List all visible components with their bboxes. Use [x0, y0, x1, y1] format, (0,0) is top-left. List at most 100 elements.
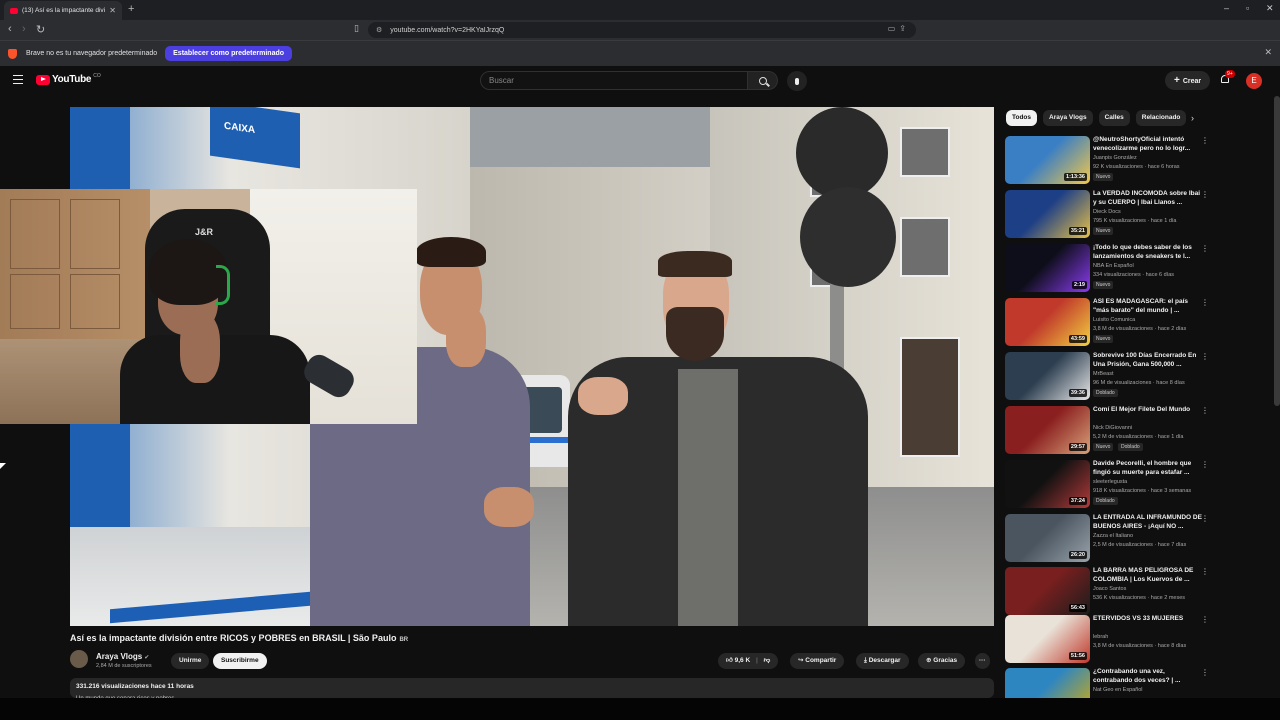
- share-button[interactable]: ↪ Compartir: [790, 653, 845, 669]
- video-thumbnail[interactable]: 35:21: [1005, 190, 1090, 238]
- tab-close-icon[interactable]: ✕: [109, 6, 116, 15]
- thanks-button[interactable]: ⊕ Gracias: [918, 653, 966, 669]
- like-dislike-group[interactable]: 👍︎ 9,6 K | 👎︎: [718, 653, 779, 669]
- youtube-logo[interactable]: YouTube CO: [36, 73, 101, 85]
- forward-button[interactable]: ›: [22, 23, 26, 35]
- voice-search-button[interactable]: [787, 71, 807, 91]
- video-thumbnail[interactable]: 51:56: [1005, 615, 1090, 663]
- more-vert-icon[interactable]: ⋮: [1201, 298, 1209, 307]
- recommendation-item[interactable]: 56:43 LA BARRA MAS PELIGROSA DE COLOMBIA …: [1005, 567, 1270, 617]
- video-title-text: Así es la impactante división entre RICO…: [70, 633, 397, 643]
- recommendation-channel[interactable]: Nick DiGiovanni: [1093, 425, 1132, 431]
- recommendation-item[interactable]: 35:21 La VERDAD INCÓMODA sobre Ibai y su …: [1005, 190, 1270, 240]
- chip-calles[interactable]: Calles: [1098, 110, 1130, 126]
- more-actions-button[interactable]: ···: [975, 653, 990, 669]
- recommendation-item[interactable]: 37:24 Davide Pecorelli, el hombre que fin…: [1005, 460, 1270, 510]
- more-vert-icon[interactable]: ⋮: [1201, 406, 1209, 415]
- recommendation-channel[interactable]: Luisito Comunica: [1093, 317, 1135, 323]
- account-avatar[interactable]: E: [1246, 73, 1262, 89]
- recommendation-title[interactable]: Comí El Mejor Filete Del Mundo: [1093, 406, 1203, 415]
- video-thumbnail[interactable]: 39:36: [1005, 352, 1090, 400]
- video-thumbnail[interactable]: 2:19: [1005, 244, 1090, 292]
- more-vert-icon[interactable]: ⋮: [1201, 460, 1209, 469]
- country-code: CO: [93, 73, 101, 79]
- recommendation-channel[interactable]: Joaco Santos: [1093, 586, 1126, 592]
- more-vert-icon[interactable]: ⋮: [1201, 352, 1209, 361]
- recommendation-channel[interactable]: NBA En Español: [1093, 263, 1134, 269]
- recommendation-badge: Nuevo: [1093, 281, 1114, 289]
- join-button[interactable]: Unirme: [171, 653, 210, 669]
- recommendation-meta: 92 K visualizaciones · hace 6 horas: [1093, 164, 1180, 170]
- minimize-button[interactable]: –: [1224, 3, 1229, 13]
- more-vert-icon[interactable]: ⋮: [1201, 668, 1209, 677]
- recommendation-title[interactable]: LA BARRA MAS PELIGROSA DE COLOMBIA | Los…: [1093, 567, 1203, 584]
- video-duration: 1:13:36: [1064, 173, 1087, 181]
- recommendation-channel[interactable]: Dieck Docs: [1093, 209, 1121, 215]
- recommendation-channel[interactable]: Nat Geo en Español: [1093, 687, 1143, 693]
- recommendation-channel[interactable]: Juanpis González: [1093, 155, 1137, 161]
- recommendation-title[interactable]: Davide Pecorelli, el hombre que fingió s…: [1093, 460, 1203, 477]
- recommendation-title[interactable]: ETERVIDOS VS 33 MUJERES: [1093, 615, 1203, 624]
- video-thumbnail[interactable]: 1:13:36: [1005, 136, 1090, 184]
- more-vert-icon[interactable]: ⋮: [1201, 514, 1209, 523]
- recommendation-item[interactable]: 1:13:36 @NeutroShortyOficial intentó vene…: [1005, 136, 1270, 186]
- recommendation-channel[interactable]: Zazza el Italiano: [1093, 533, 1133, 539]
- more-vert-icon[interactable]: ⋮: [1201, 136, 1209, 145]
- recommendation-channel[interactable]: lebrah: [1093, 634, 1108, 640]
- recommendation-item[interactable]: 26:20 LA ENTRADA AL INFRAMUNDO DE BUENOS …: [1005, 514, 1270, 564]
- more-vert-icon[interactable]: ⋮: [1201, 615, 1209, 624]
- infobar-close-icon[interactable]: ✕: [1264, 47, 1272, 58]
- download-button[interactable]: ⤓ Descargar: [856, 653, 909, 669]
- recommendation-title[interactable]: La VERDAD INCÓMODA sobre Ibai y su CUERP…: [1093, 190, 1203, 207]
- window-close-button[interactable]: ✕: [1266, 3, 1274, 14]
- maximize-button[interactable]: ▫: [1246, 3, 1249, 13]
- browser-tab[interactable]: (13) Así es la impactante divi... ✕: [4, 1, 122, 20]
- subscribe-button[interactable]: Suscribirme: [213, 653, 267, 669]
- more-vert-icon[interactable]: ⋮: [1201, 190, 1209, 199]
- address-bar[interactable]: ⚙ youtube.com/watch?v=2HKYaIJrzqQ ▭⇪: [368, 22, 916, 38]
- like-icon[interactable]: 👍︎: [726, 657, 733, 664]
- chip-araya-vlogs[interactable]: Araya Vlogs: [1043, 110, 1093, 126]
- recommendation-title[interactable]: ASÍ ES MADAGASCAR: el país "más barato" …: [1093, 298, 1203, 315]
- page-scrollbar[interactable]: [1274, 96, 1280, 406]
- thanks-label: Gracias: [933, 657, 958, 664]
- description-box[interactable]: 331.216 visualizaciones hace 11 horas: [70, 678, 994, 698]
- search-button[interactable]: [748, 71, 778, 90]
- video-thumbnail[interactable]: 43:59: [1005, 298, 1090, 346]
- create-button[interactable]: + Crear: [1165, 71, 1211, 90]
- recommendation-title[interactable]: ¿Contrabando una vez, contrabando dos ve…: [1093, 668, 1203, 685]
- recommendation-item[interactable]: 29:57 Comí El Mejor Filete Del Mundo Nick …: [1005, 406, 1270, 456]
- chip-relacionado[interactable]: Relacionado: [1135, 110, 1187, 126]
- site-info-icon[interactable]: ⚙: [376, 26, 382, 34]
- video-thumbnail[interactable]: 26:20: [1005, 514, 1090, 562]
- recommendation-channel[interactable]: sleeterlegusta: [1093, 479, 1127, 485]
- set-default-button[interactable]: Establecer como predeterminado: [165, 46, 293, 61]
- address-bar-actions-icon[interactable]: ▭⇪: [888, 24, 910, 33]
- more-vert-icon[interactable]: ⋮: [1201, 567, 1209, 576]
- video-thumbnail[interactable]: 29:57: [1005, 406, 1090, 454]
- recommendation-item[interactable]: 39:36 Sobrevive 100 Días Encerrado En Una…: [1005, 352, 1270, 402]
- notifications-button[interactable]: 9+: [1219, 70, 1235, 85]
- menu-icon[interactable]: [13, 75, 23, 84]
- dislike-icon[interactable]: 👎︎: [764, 657, 771, 664]
- recommendation-item[interactable]: 2:19 ¡Todo lo que debes saber de los lanz…: [1005, 244, 1270, 294]
- recommendation-title[interactable]: @NeutroShortyOficial intentó venecolizar…: [1093, 136, 1203, 153]
- channel-name[interactable]: Araya Vlogs ✔: [96, 652, 149, 661]
- recommendation-title[interactable]: LA ENTRADA AL INFRAMUNDO DE BUENOS AIRES…: [1093, 514, 1203, 531]
- recommendation-channel[interactable]: MrBeast: [1093, 371, 1113, 377]
- bookmark-icon[interactable]: ▯: [354, 23, 359, 34]
- new-tab-button[interactable]: +: [128, 3, 134, 15]
- channel-avatar[interactable]: [70, 650, 88, 668]
- more-vert-icon[interactable]: ⋮: [1201, 244, 1209, 253]
- chip-todos[interactable]: Todos: [1006, 110, 1038, 126]
- recommendation-title[interactable]: Sobrevive 100 Días Encerrado En Una Pris…: [1093, 352, 1203, 369]
- video-thumbnail[interactable]: 37:24: [1005, 460, 1090, 508]
- video-thumbnail[interactable]: 56:43: [1005, 567, 1090, 615]
- recommendation-item[interactable]: 43:59 ASÍ ES MADAGASCAR: el país "más bar…: [1005, 298, 1270, 348]
- search-input[interactable]: Buscar: [480, 71, 748, 90]
- recommendation-title[interactable]: ¡Todo lo que debes saber de los lanzamie…: [1093, 244, 1203, 261]
- chevron-right-icon[interactable]: ›: [1191, 113, 1194, 123]
- recommendation-item[interactable]: 51:56 ETERVIDOS VS 33 MUJERES lebrah 3,8 M …: [1005, 615, 1270, 665]
- reload-button[interactable]: ↻: [36, 23, 45, 36]
- back-button[interactable]: ‹: [8, 23, 12, 35]
